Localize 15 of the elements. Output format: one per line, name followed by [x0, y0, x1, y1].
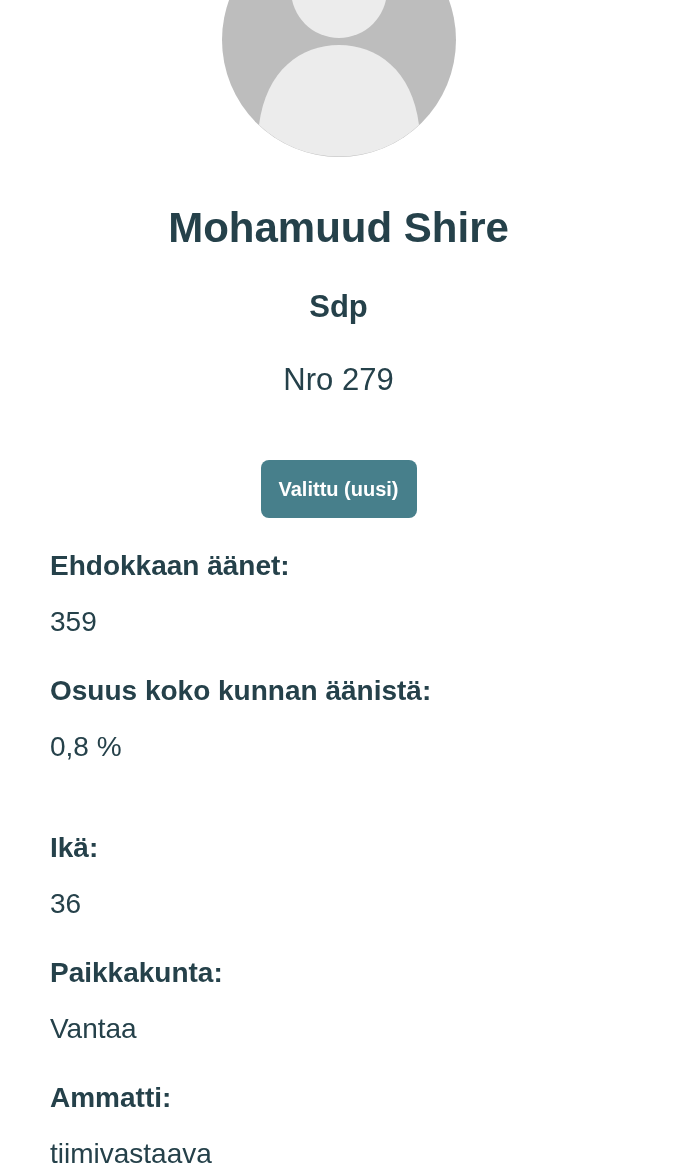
field-value: tiimivastaava: [50, 1137, 213, 1171]
field-label: Osuus koko kunnan äänistä:: [50, 674, 433, 708]
field-label: Ehdokkaan äänet:: [50, 549, 291, 583]
status-badge: Valittu (uusi): [260, 460, 417, 518]
field-value: 359: [50, 605, 98, 639]
candidate-name: Mohamuud Shire: [168, 203, 509, 253]
field-value: Vantaa: [50, 1012, 138, 1046]
field-label: Ammatti:: [50, 1081, 173, 1115]
party-name: Sdp: [309, 288, 368, 326]
field-label: Ikä:: [50, 831, 100, 865]
avatar-icon: [220, 0, 457, 157]
candidate-number: Nro 279: [283, 361, 394, 399]
field-value: 0,8 %: [50, 730, 123, 764]
field-value: 36: [50, 887, 83, 921]
field-label: Paikkakunta:: [50, 956, 224, 990]
